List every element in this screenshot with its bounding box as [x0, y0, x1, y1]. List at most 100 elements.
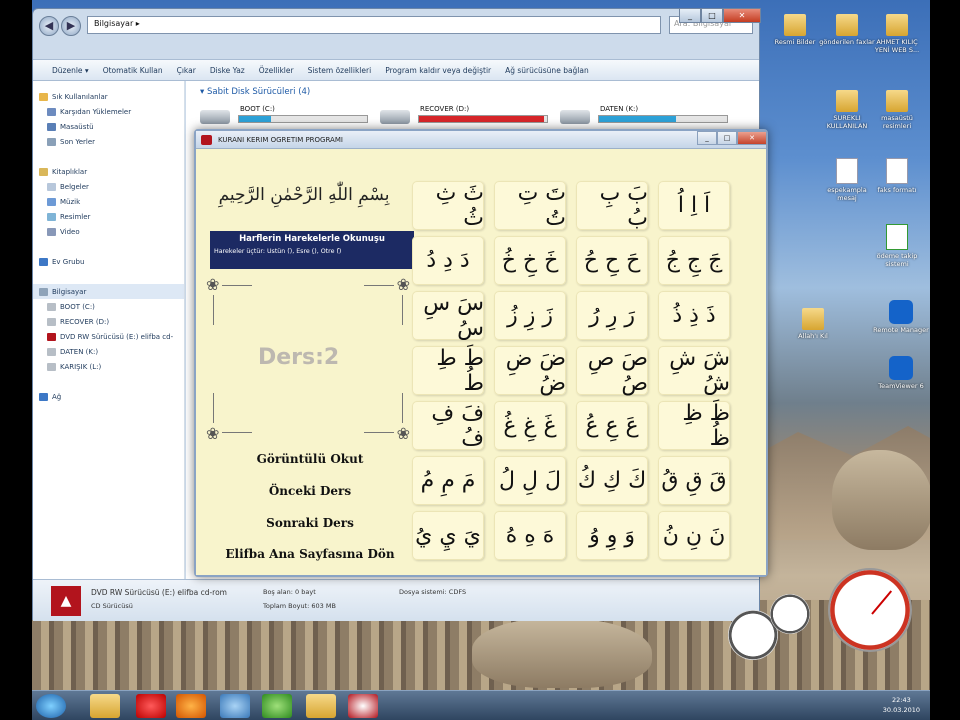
app-maximize-button[interactable]: □ [717, 131, 737, 145]
letter-cell[interactable]: هَ هِ هُ [494, 511, 566, 560]
nav-item[interactable]: RECOVER (D:) [33, 314, 184, 329]
letter-cell[interactable]: لَ لِ لُ [494, 456, 566, 505]
nav-item[interactable]: DATEN (K:) [33, 344, 184, 359]
memory-gauge-gadget[interactable] [770, 594, 810, 634]
toolbar-map-drive[interactable]: Ağ sürücüsüne bağlan [498, 66, 596, 75]
letter-cell[interactable]: صَ صِ صُ [576, 346, 648, 396]
nav-item[interactable]: Belgeler [33, 179, 184, 194]
desktop-shortcut[interactable]: masaüstü resimleri [868, 90, 926, 130]
app-icon-green[interactable] [262, 694, 292, 718]
nav-item[interactable]: Video [33, 224, 184, 239]
letter-cell[interactable]: عَ عِ عُ [576, 401, 648, 450]
nav-item[interactable]: Son Yerler [33, 134, 184, 149]
maximize-button[interactable]: □ [701, 8, 723, 23]
letter-cell[interactable]: نَ نِ نُ [658, 511, 730, 560]
toolbar-burn[interactable]: Diske Yaz [203, 66, 252, 75]
nav-item-icon [47, 212, 56, 221]
close-button[interactable]: ✕ [723, 8, 761, 23]
letter-cell[interactable]: سَ سِ سُ [412, 291, 484, 341]
letter-cell[interactable]: حَ حِ حُ [576, 236, 648, 285]
letter-cell[interactable]: دَ دِ دُ [412, 236, 484, 285]
nav-item-icon [39, 392, 48, 401]
desktop-shortcut[interactable]: TeamViewer 6 [872, 356, 930, 390]
letter-cell[interactable]: خَ خِ خُ [494, 236, 566, 285]
app-close-button[interactable]: ✕ [737, 131, 767, 145]
clock-gadget[interactable] [828, 568, 912, 652]
letter-cell[interactable]: اَ اِ اُ [658, 181, 730, 230]
home-page-button[interactable]: Elifba Ana Sayfasına Dön [210, 547, 410, 561]
elifba-taskbar-icon[interactable] [348, 694, 378, 718]
opera-icon[interactable] [136, 694, 166, 718]
letter-cell[interactable]: تَ تِ تُ [494, 181, 566, 231]
letter-cell[interactable]: ذَ ذِ ذُ [658, 291, 730, 340]
nav-item[interactable]: Müzik [33, 194, 184, 209]
details-type: CD Sürücüsü [91, 602, 133, 610]
nav-item[interactable]: DVD RW Sürücüsü (E:) elifba cd- [33, 329, 184, 344]
toolbar-properties[interactable]: Özellikler [252, 66, 301, 75]
nav-item[interactable]: KARIŞIK (L:) [33, 359, 184, 374]
letter-cell[interactable]: وَ وِ وُ [576, 511, 648, 560]
letter-cell[interactable]: رَ رِ رُ [576, 291, 648, 340]
letter-cell[interactable]: غَ غِ غُ [494, 401, 566, 450]
minimize-button[interactable]: _ [679, 8, 701, 23]
desktop-shortcut[interactable]: Remote Manager [872, 300, 930, 334]
letter-cell[interactable]: بَ بِ بُ [576, 181, 648, 231]
folder-taskbar-icon[interactable] [306, 694, 336, 718]
nav-item[interactable]: Masaüstü [33, 119, 184, 134]
nav-item[interactable]: Sık Kullanılanlar [33, 89, 184, 104]
nav-item-label: KARIŞIK (L:) [60, 362, 102, 371]
next-lesson-button[interactable]: Sonraki Ders [210, 516, 410, 530]
letter-cell[interactable]: جَ جِ جُ [658, 236, 730, 285]
nav-item[interactable]: Karşıdan Yüklemeler [33, 104, 184, 119]
address-bar[interactable]: Bilgisayar ▸ [87, 16, 661, 34]
taskbar: 22:43 30.03.2010 [32, 690, 930, 720]
group-header[interactable]: ▾ Sabit Disk Sürücüleri (4) [200, 87, 310, 97]
app-minimize-button[interactable]: _ [697, 131, 717, 145]
toolbar-system-properties[interactable]: Sistem özellikleri [301, 66, 379, 75]
folder-icon [836, 14, 858, 36]
desktop-shortcut[interactable]: Allah'ı Kıl [784, 308, 842, 340]
nav-item-label: Masaüstü [60, 122, 94, 131]
letter-cell[interactable]: زَ زِ زُ [494, 291, 566, 340]
letter-cell[interactable]: ثَ ثِ ثُ [412, 181, 484, 231]
letter-cell[interactable]: كَ كِ كُ [576, 456, 648, 505]
nav-item[interactable]: Ağ [33, 389, 184, 404]
letter-cell[interactable]: شَ شِ شُ [658, 346, 730, 396]
letter-cell[interactable]: فَ فِ فُ [412, 401, 484, 451]
explorer-taskbar-icon[interactable] [90, 694, 120, 718]
desktop-shortcut[interactable]: ödeme takip sistemi [868, 224, 926, 268]
previous-lesson-button[interactable]: Önceki Ders [210, 484, 410, 498]
forward-button[interactable]: ▶ [61, 16, 81, 36]
desktop-shortcut[interactable]: Resmi Bilder [766, 14, 824, 46]
nav-item[interactable]: Kitaplıklar [33, 164, 184, 179]
desktop-shortcut[interactable]: AHMET KILIÇ YENİ WEB S... [868, 14, 926, 54]
details-total: Toplam Boyut: 603 MB [263, 602, 336, 610]
toolbar-organize[interactable]: Düzenle ▾ [45, 66, 96, 75]
toolbar-uninstall[interactable]: Program kaldır veya değiştir [378, 66, 498, 75]
start-button[interactable] [36, 694, 66, 718]
letter-cell[interactable]: مَ مِ مُ [412, 456, 484, 505]
network-icon[interactable] [220, 694, 250, 718]
nav-item-icon [39, 257, 48, 266]
nav-item[interactable]: Bilgisayar [33, 284, 184, 299]
letter-cell[interactable]: ظَ ظِ ظُ [658, 401, 730, 451]
play-video-button[interactable]: Görüntülü Okut [210, 452, 410, 466]
taskbar-clock[interactable]: 22:43 30.03.2010 [883, 695, 920, 715]
nav-item[interactable]: BOOT (C:) [33, 299, 184, 314]
nav-item[interactable]: Ev Grubu [33, 254, 184, 269]
toolbar-eject[interactable]: Çıkar [170, 66, 203, 75]
back-button[interactable]: ◀ [39, 16, 59, 36]
nav-item[interactable]: Resimler [33, 209, 184, 224]
letter-cell[interactable]: ضَ ضِ ضُ [494, 346, 566, 396]
navigation-pane: Sık Kullanılanlar Karşıdan Yüklemeler Masa… [33, 81, 185, 579]
letter-cell[interactable]: طَ طِ طُ [412, 346, 484, 396]
firefox-icon[interactable] [176, 694, 206, 718]
desktop-shortcut-label: Resmi Bilder [774, 38, 816, 46]
desktop-shortcut-label: Allah'ı Kıl [798, 332, 828, 340]
letter-cell[interactable]: يَ يِ يُ [412, 511, 484, 560]
nav-item-icon [47, 302, 56, 311]
toolbar-autoplay[interactable]: Otomatik Kullan [96, 66, 170, 75]
desktop-shortcut[interactable]: faks formatı [868, 158, 926, 194]
letter-cell[interactable]: قَ قِ قُ [658, 456, 730, 505]
